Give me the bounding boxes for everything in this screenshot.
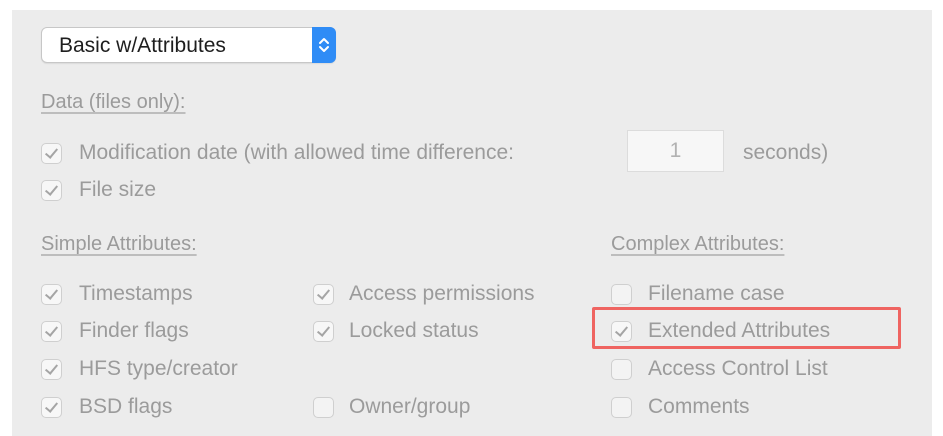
seconds-label: seconds) (743, 141, 829, 164)
modification-date-label: Modification date (with allowed time dif… (79, 141, 515, 164)
file-size-label: File size (79, 178, 157, 201)
data-heading: Data (files only): (41, 91, 186, 113)
locked-status-checkbox[interactable] (313, 321, 334, 342)
preset-popup-button[interactable]: Basic w/Attributes (41, 27, 336, 63)
access-permissions-checkbox[interactable] (313, 284, 334, 305)
filename-case-checkbox[interactable] (611, 284, 632, 305)
highlight-annotation (592, 307, 901, 349)
up-down-chevron-icon (312, 27, 336, 63)
finder-flags-label: Finder flags (79, 319, 189, 342)
file-size-checkbox[interactable] (41, 180, 62, 201)
timestamps-label: Timestamps (79, 282, 193, 305)
owner-group-label: Owner/group (349, 395, 471, 418)
hfs-type-creator-checkbox[interactable] (41, 359, 62, 380)
time-difference-field[interactable]: 1 (627, 130, 724, 172)
complex-attributes-heading: Complex Attributes: (611, 233, 785, 255)
access-control-list-checkbox[interactable] (611, 359, 632, 380)
comments-checkbox[interactable] (611, 397, 632, 418)
simple-attributes-heading: Simple Attributes: (41, 233, 197, 255)
hfs-type-creator-label: HFS type/creator (79, 357, 238, 380)
bsd-flags-checkbox[interactable] (41, 397, 62, 418)
access-control-list-label: Access Control List (648, 357, 828, 380)
bsd-flags-label: BSD flags (79, 395, 173, 418)
locked-status-label: Locked status (349, 319, 479, 342)
access-permissions-label: Access permissions (349, 282, 535, 305)
timestamps-checkbox[interactable] (41, 284, 62, 305)
preset-popup-label: Basic w/Attributes (59, 34, 226, 57)
finder-flags-checkbox[interactable] (41, 321, 62, 342)
owner-group-checkbox[interactable] (313, 397, 334, 418)
modification-date-checkbox[interactable] (41, 143, 62, 164)
comments-label: Comments (648, 395, 750, 418)
filename-case-label: Filename case (648, 282, 785, 305)
